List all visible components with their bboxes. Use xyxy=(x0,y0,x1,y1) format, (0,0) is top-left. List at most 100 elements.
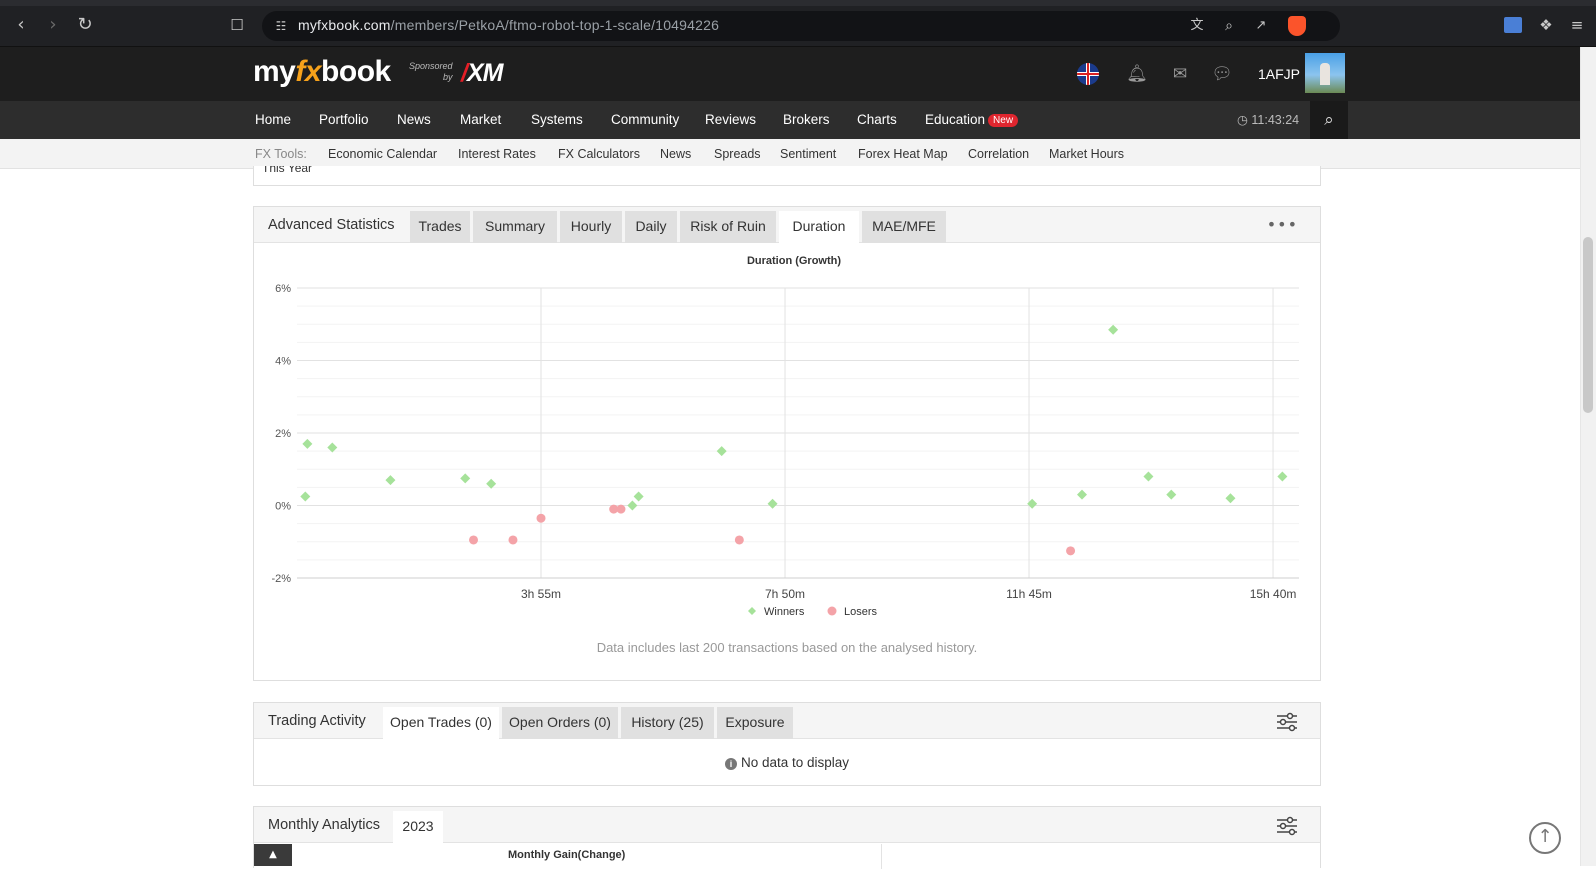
bookmark-icon[interactable]: ☐ xyxy=(226,14,248,36)
y-axis-ticks: 6% 4% 2% 0% -2% xyxy=(271,283,291,585)
chevron-up-icon: ▲ xyxy=(269,849,277,860)
more-dots-icon[interactable]: ••• xyxy=(1267,215,1298,234)
winner-point[interactable] xyxy=(1143,471,1154,482)
tool-economic-calendar[interactable]: Economic Calendar xyxy=(328,147,437,161)
share-icon[interactable]: ↗ xyxy=(1250,15,1272,37)
loser-point[interactable] xyxy=(616,504,626,514)
tool-spreads[interactable]: Spreads xyxy=(714,147,761,161)
chart-grid xyxy=(297,287,1299,579)
nav-charts[interactable]: Charts xyxy=(857,112,897,127)
nav-home[interactable]: Home xyxy=(255,112,291,127)
sponsored-by-text: by xyxy=(443,72,453,82)
tool-news[interactable]: News xyxy=(660,147,691,161)
tool-sentiment[interactable]: Sentiment xyxy=(780,147,836,161)
legend-losers-label[interactable]: Losers xyxy=(844,606,878,618)
filter-sliders-icon[interactable] xyxy=(1276,816,1298,836)
nav-news[interactable]: News xyxy=(397,112,431,127)
tab-open-orders[interactable]: Open Orders (0) xyxy=(502,707,618,739)
nav-market[interactable]: Market xyxy=(460,112,501,127)
filter-sliders-icon[interactable] xyxy=(1276,712,1298,732)
search-button[interactable]: ⌕ xyxy=(1310,101,1348,139)
xm-sponsor-logo[interactable]: /XM xyxy=(461,59,503,88)
tool-correlation[interactable]: Correlation xyxy=(968,147,1029,161)
tab-duration[interactable]: Duration xyxy=(779,211,859,243)
tab-summary[interactable]: Summary xyxy=(473,211,557,243)
loser-point[interactable] xyxy=(469,535,479,545)
tab-open-trades[interactable]: Open Trades (0) xyxy=(383,707,499,739)
loser-point[interactable] xyxy=(536,513,546,523)
clock-time: 11:43:24 xyxy=(1251,113,1300,127)
tab-risk-of-ruin[interactable]: Risk of Ruin xyxy=(680,211,776,243)
loser-point[interactable] xyxy=(508,535,518,545)
winner-point[interactable] xyxy=(1108,324,1119,335)
winner-point[interactable] xyxy=(1166,489,1177,500)
chevron-left-icon[interactable]: ‹ xyxy=(10,14,32,36)
winner-point[interactable] xyxy=(300,491,311,502)
translate-icon[interactable]: 文 xyxy=(1186,15,1208,37)
nav-systems[interactable]: Systems xyxy=(531,112,583,127)
nav-brokers[interactable]: Brokers xyxy=(783,112,830,127)
legend-winners-label[interactable]: Winners xyxy=(764,606,805,618)
tab-hourly[interactable]: Hourly xyxy=(560,211,622,243)
winner-point[interactable] xyxy=(633,491,644,502)
tab-daily[interactable]: Daily xyxy=(625,211,677,243)
extensions-icon[interactable]: ❖ xyxy=(1535,14,1557,36)
site-settings-icon[interactable]: ☷ xyxy=(270,15,292,37)
y-tick-label: 2% xyxy=(275,428,291,440)
tool-market-hours[interactable]: Market Hours xyxy=(1049,147,1124,161)
nav-portfolio[interactable]: Portfolio xyxy=(319,112,369,127)
nav-reviews[interactable]: Reviews xyxy=(705,112,756,127)
new-badge: New xyxy=(988,114,1019,127)
monthly-analytics-panel: Monthly Analytics 2023 ▲ Monthly Gain(Ch… xyxy=(253,806,1321,869)
y-tick-label: -2% xyxy=(271,573,291,585)
winner-point[interactable] xyxy=(767,498,778,509)
myfxbook-logo[interactable]: myfxbook xyxy=(253,55,391,89)
username[interactable]: 1AFJP xyxy=(1258,66,1300,82)
uk-flag-icon[interactable] xyxy=(1077,63,1099,85)
winner-point[interactable] xyxy=(1076,489,1087,500)
menu-icon[interactable]: ≡ xyxy=(1566,14,1588,36)
address-bar[interactable]: ☷ myfxbook.com/members/PetkoA/ftmo-robot… xyxy=(262,11,1340,41)
tab-trades[interactable]: Trades xyxy=(410,211,470,243)
zoom-icon[interactable]: ⌕ xyxy=(1218,15,1240,37)
chevron-right-icon[interactable]: › xyxy=(42,14,64,36)
url-text[interactable]: myfxbook.com/members/PetkoA/ftmo-robot-t… xyxy=(298,17,719,33)
winner-point[interactable] xyxy=(385,475,396,486)
page-scrollbar-track[interactable] xyxy=(1580,47,1596,866)
winner-point[interactable] xyxy=(460,473,471,484)
winner-point[interactable] xyxy=(716,446,727,457)
info-icon: i xyxy=(724,758,737,770)
page-scrollbar-thumb[interactable] xyxy=(1583,237,1593,413)
nav-community[interactable]: Community xyxy=(611,112,679,127)
tab-exposure[interactable]: Exposure xyxy=(717,707,793,739)
loser-point[interactable] xyxy=(1066,546,1076,556)
url-path: /members/PetkoA/ftmo-robot-top-1-scale/1… xyxy=(390,17,720,33)
tool-forex-heat-map[interactable]: Forex Heat Map xyxy=(858,147,948,161)
winner-point[interactable] xyxy=(302,438,313,449)
duration-scatter-chart: Duration (Growth) 6% 4% 2% 0% -2% 3h 55m 7h 5… xyxy=(271,255,1299,618)
bell-icon[interactable]: 🔔︎ xyxy=(1126,63,1148,85)
tab-mae-mfe[interactable]: MAE/MFE xyxy=(862,211,946,243)
avatar[interactable] xyxy=(1305,53,1345,93)
tab-year-2023[interactable]: 2023 xyxy=(393,811,443,843)
tab-history[interactable]: History (25) xyxy=(621,707,714,739)
loser-point[interactable] xyxy=(734,535,744,545)
advanced-statistics-title: Advanced Statistics xyxy=(268,217,395,233)
collapse-button[interactable]: ▲ xyxy=(254,844,292,866)
winner-point[interactable] xyxy=(627,500,638,511)
data-note: Data includes last 200 transactions base… xyxy=(596,640,978,655)
tool-interest-rates[interactable]: Interest Rates xyxy=(458,147,536,161)
chat-icon[interactable]: 💬︎ xyxy=(1211,63,1233,85)
brave-shield-icon[interactable] xyxy=(1288,16,1306,36)
winner-point[interactable] xyxy=(1277,471,1288,482)
chart-legend[interactable]: Winners Losers xyxy=(748,606,878,618)
envelope-icon[interactable]: ✉ xyxy=(1169,63,1191,85)
winner-point[interactable] xyxy=(1225,493,1236,504)
tool-fx-calculators[interactable]: FX Calculators xyxy=(558,147,640,161)
legend-winners-marker xyxy=(748,607,756,615)
nav-education[interactable]: Education New xyxy=(925,112,1019,127)
google-translate-icon[interactable] xyxy=(1504,17,1522,33)
reload-icon[interactable]: ↻ xyxy=(74,14,96,36)
arrow-up-circle-icon[interactable]: ↑ xyxy=(1529,822,1561,854)
url-host: myfxbook.com xyxy=(298,17,391,33)
